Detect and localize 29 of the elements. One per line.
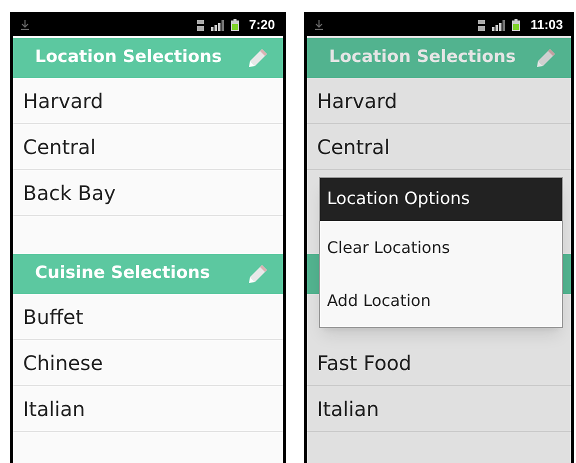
list-item[interactable]: Chinese bbox=[13, 340, 283, 386]
pencil-icon[interactable] bbox=[247, 47, 269, 69]
list-item[interactable]: Central bbox=[307, 124, 571, 170]
pencil-icon[interactable] bbox=[535, 47, 557, 69]
signal-icon bbox=[210, 20, 224, 30]
status-time: 7:20 bbox=[248, 16, 275, 34]
download-icon bbox=[21, 20, 29, 30]
list-item[interactable]: Central bbox=[13, 124, 283, 170]
status-time: 11:03 bbox=[530, 16, 563, 34]
dialog-title: Location Options bbox=[320, 178, 562, 221]
network-icon bbox=[196, 20, 204, 30]
list-item[interactable]: Back Bay bbox=[13, 170, 283, 216]
list-item[interactable]: Fast Food bbox=[307, 340, 571, 386]
list-item[interactable]: Buffet bbox=[13, 294, 283, 340]
section-title: Location Selections bbox=[329, 46, 517, 70]
dialog-option[interactable]: Clear Locations bbox=[320, 221, 562, 274]
pencil-icon[interactable] bbox=[247, 263, 269, 285]
battery-icon bbox=[512, 19, 520, 31]
download-icon bbox=[315, 20, 323, 30]
section-title: Cuisine Selections bbox=[35, 262, 211, 286]
list-item[interactable]: Harvard bbox=[307, 78, 571, 124]
network-icon bbox=[478, 20, 486, 30]
list-item[interactable]: Harvard bbox=[13, 78, 283, 124]
signal-icon bbox=[492, 20, 506, 30]
battery-icon bbox=[230, 19, 239, 31]
list-item[interactable]: Italian bbox=[13, 386, 283, 432]
dialog-option[interactable]: Add Location bbox=[320, 274, 562, 327]
list-item[interactable]: Italian bbox=[307, 386, 571, 432]
section-title: Location Selections bbox=[35, 46, 223, 70]
